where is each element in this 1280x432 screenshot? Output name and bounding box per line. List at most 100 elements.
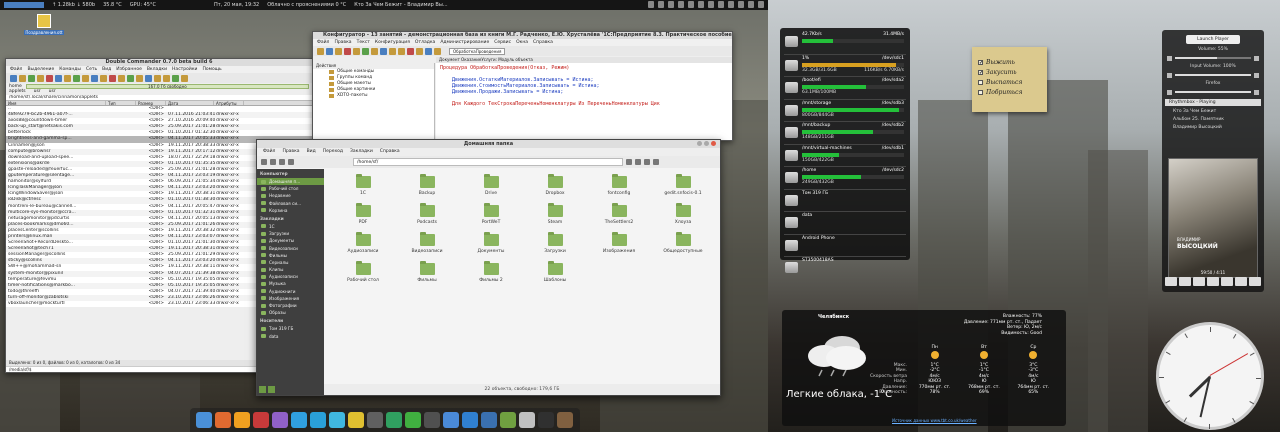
- app-icon[interactable]: [310, 412, 326, 428]
- disk-item[interactable]: ST3500418AS: [784, 256, 906, 279]
- menu-item[interactable]: Окна: [516, 39, 528, 46]
- forward-icon[interactable]: [270, 159, 276, 165]
- folder-item[interactable]: fontconfig: [587, 174, 651, 196]
- toolbar-icon[interactable]: [55, 74, 62, 82]
- tray-icon[interactable]: [728, 1, 734, 8]
- column-header[interactable]: Имя: [6, 101, 106, 106]
- search-icon[interactable]: [626, 159, 632, 165]
- folder-item[interactable]: Загрузки: [523, 232, 587, 254]
- menu-item[interactable]: Справка: [533, 39, 553, 46]
- folder-item[interactable]: Фильмы: [395, 261, 459, 283]
- toolbar-icon[interactable]: [407, 47, 414, 55]
- app-slider[interactable]: [1175, 91, 1251, 93]
- up-icon[interactable]: [279, 159, 285, 165]
- disk-item[interactable]: 1% /dev/sdc1 32.3GB/31.6GB 116KB/s 6.70KB/s: [784, 53, 906, 77]
- toolbar-icon[interactable]: [46, 74, 53, 82]
- toolbar-icon[interactable]: [380, 47, 387, 55]
- app-icon[interactable]: [500, 412, 516, 428]
- app-icon[interactable]: [386, 412, 402, 428]
- maximize-icon[interactable]: [704, 141, 709, 146]
- folder-item[interactable]: Общедоступные: [651, 232, 715, 254]
- app-icon[interactable]: [538, 412, 554, 428]
- folder-item[interactable]: Фильмы 2: [459, 261, 523, 283]
- column-header[interactable]: Размер: [136, 101, 166, 106]
- sidebar-item[interactable]: Сериалы: [257, 259, 324, 266]
- toolbar-icon[interactable]: [82, 74, 89, 82]
- toolbar-icon[interactable]: [118, 74, 125, 82]
- toolbar-icon[interactable]: [398, 47, 405, 55]
- menu-item[interactable]: Администрирование: [440, 39, 489, 46]
- menu-item[interactable]: Помощь: [202, 66, 221, 73]
- app-icon[interactable]: [405, 412, 421, 428]
- sidebar-item[interactable]: Изображения: [257, 295, 324, 302]
- source-link[interactable]: Источник данных www.tbt.co.uk/weather: [892, 418, 977, 423]
- toolbar-icon[interactable]: [416, 47, 423, 55]
- tray-icon[interactable]: [658, 1, 664, 8]
- menu-item[interactable]: Правка: [282, 148, 299, 156]
- toolbar-icon[interactable]: [434, 47, 441, 55]
- app-icon[interactable]: [291, 412, 307, 428]
- weather-text[interactable]: Облачно с прояснениями 0 °C: [267, 2, 346, 8]
- sidebar-item[interactable]: Недавние: [257, 192, 324, 199]
- toolbar-icon[interactable]: [100, 74, 107, 82]
- menu-item[interactable]: Вид: [307, 148, 316, 156]
- sidebar-item[interactable]: Образы: [257, 309, 324, 316]
- desktop-icon[interactable]: Поздравления.ott: [22, 14, 66, 35]
- pause-icon[interactable]: [1193, 277, 1205, 286]
- app-icon[interactable]: [443, 412, 459, 428]
- app-icon[interactable]: [253, 412, 269, 428]
- speaker-icon[interactable]: [1167, 89, 1172, 95]
- folder-item[interactable]: Podcasts: [395, 203, 459, 225]
- tray-icon[interactable]: [708, 1, 714, 8]
- folder-item[interactable]: Drive: [459, 174, 523, 196]
- todo-item[interactable]: ✓ Выжить: [978, 57, 1047, 67]
- toolbar-icon[interactable]: [19, 74, 26, 82]
- grid-view-icon[interactable]: [635, 159, 641, 165]
- tray-icon[interactable]: [698, 1, 704, 8]
- todo-item[interactable]: Выспаться: [978, 77, 1047, 87]
- column-header[interactable]: Атрибуты: [214, 101, 244, 106]
- menu-item[interactable]: Переход: [323, 148, 343, 156]
- disk-item[interactable]: /mnt/virtual-machines/dev/sdb1 150GB/422G…: [784, 143, 906, 167]
- folder-item[interactable]: gedit.snfocis-0.1: [651, 174, 715, 196]
- sidebar-item[interactable]: Клипы: [257, 266, 324, 273]
- disk-item[interactable]: 42.7Kb/s 31.4MB/s: [784, 31, 906, 54]
- sidebar-item[interactable]: Фильмы: [257, 252, 324, 259]
- toolbar-icon[interactable]: [64, 74, 71, 82]
- app-icon[interactable]: [424, 412, 440, 428]
- sidebar-item[interactable]: Видеозаписи: [257, 245, 324, 252]
- column-header[interactable]: Тип: [106, 101, 136, 106]
- disk-item[interactable]: Том 319 ГБ: [784, 188, 906, 212]
- toolbar-icon[interactable]: [145, 74, 152, 82]
- app-icon[interactable]: [329, 412, 345, 428]
- tray-icon[interactable]: [648, 1, 654, 8]
- sidebar-item[interactable]: Документы: [257, 237, 324, 244]
- checkbox[interactable]: [978, 79, 983, 85]
- mic-icon[interactable]: [1167, 72, 1172, 78]
- disk-item[interactable]: /home/dev/sdc2 249GB/432GB: [784, 166, 906, 189]
- menu-item[interactable]: Файл: [10, 66, 22, 73]
- menu-item[interactable]: Команды: [59, 66, 81, 73]
- drive-button[interactable]: home: [9, 84, 22, 89]
- sidebar-item[interactable]: data: [257, 333, 324, 340]
- menu-item[interactable]: Правка: [334, 39, 351, 46]
- menu-item[interactable]: Выделение: [27, 66, 54, 73]
- tray-icon[interactable]: [748, 1, 754, 8]
- toolbar-icon[interactable]: [326, 47, 333, 55]
- toolbar-icon[interactable]: [371, 47, 378, 55]
- tray-icon[interactable]: [688, 1, 694, 8]
- module-combo[interactable]: ОбработкаПроведения: [449, 47, 506, 55]
- toolbar-icon[interactable]: [154, 74, 161, 82]
- folder-item[interactable]: Аудиозаписи: [331, 232, 395, 254]
- places-icon[interactable]: [259, 386, 266, 393]
- launch-player-button[interactable]: Launch Player: [1186, 35, 1240, 44]
- folder-item[interactable]: Хлоуза: [651, 203, 715, 225]
- sidebar-item[interactable]: Музыка: [257, 280, 324, 287]
- now-playing[interactable]: Кто За Чем Бежит - Владимир Вы...: [354, 2, 447, 8]
- toolbar-icon[interactable]: [389, 47, 396, 55]
- sidebar-item[interactable]: Файловая си...: [257, 200, 324, 207]
- close-icon[interactable]: [711, 141, 716, 146]
- prev-icon[interactable]: [1165, 277, 1177, 286]
- stop-icon[interactable]: [1207, 277, 1219, 286]
- reload-icon[interactable]: [288, 159, 294, 165]
